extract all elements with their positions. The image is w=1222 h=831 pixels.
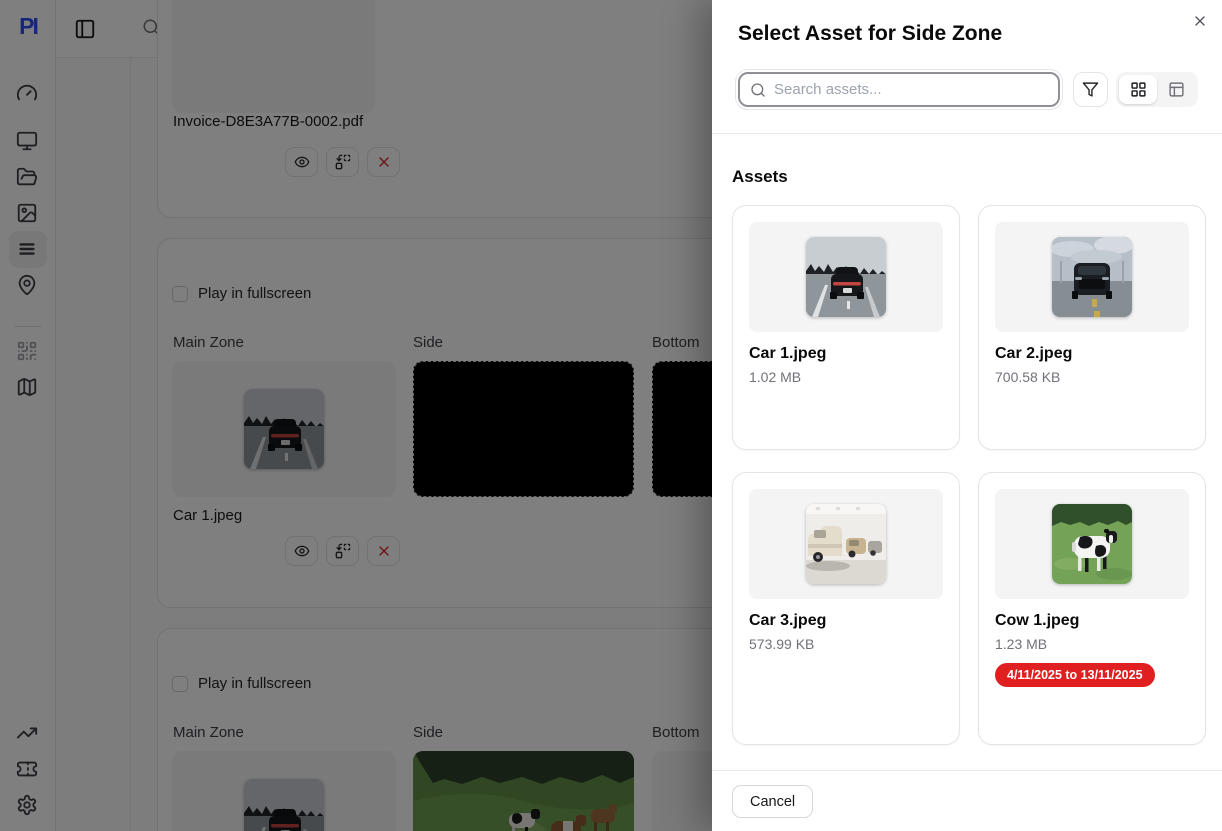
- close-icon: [1192, 13, 1208, 29]
- asset-name: Car 1.jpeg: [749, 345, 943, 363]
- asset-search-field[interactable]: [738, 72, 1060, 107]
- grid-view-toggle[interactable]: [1119, 75, 1157, 104]
- asset-card-car-2[interactable]: Car 2.jpeg 700.58 KB: [978, 205, 1206, 450]
- thumbnail-area: [995, 489, 1189, 599]
- asset-size: 1.02 MB: [749, 369, 943, 385]
- asset-card-car-1[interactable]: Car 1.jpeg 1.02 MB: [732, 205, 960, 450]
- close-button[interactable]: [1191, 13, 1209, 31]
- asset-name: Car 2.jpeg: [995, 345, 1189, 363]
- thumbnail-area: [995, 222, 1189, 332]
- modal-divider: [712, 133, 1222, 134]
- application-window: Search... ⌘ K Invoice-D8E3A77B-0002.pdf …: [0, 0, 1222, 831]
- asset-name: Cow 1.jpeg: [995, 612, 1189, 630]
- view-toggle-group: [1116, 72, 1198, 107]
- cow1-thumbnail: [1052, 504, 1132, 584]
- funnel-icon: [1082, 81, 1099, 98]
- search-icon: [750, 82, 766, 98]
- asset-size: 573.99 KB: [749, 636, 943, 652]
- table-view-toggle[interactable]: [1157, 75, 1195, 104]
- car2-thumbnail: [1052, 237, 1132, 317]
- thumbnail-area: [749, 489, 943, 599]
- asset-name: Car 3.jpeg: [749, 612, 943, 630]
- car1-thumbnail: [806, 237, 886, 317]
- filter-button[interactable]: [1073, 72, 1108, 107]
- asset-grid: Car 1.jpeg 1.02 MB Car 2.jpeg 700.58 KB …: [732, 205, 1206, 745]
- modal-title: Select Asset for Side Zone: [738, 22, 1002, 46]
- asset-size: 700.58 KB: [995, 369, 1189, 385]
- asset-card-cow-1[interactable]: Cow 1.jpeg 1.23 MB 4/11/2025 to 13/11/20…: [978, 472, 1206, 745]
- car3-thumbnail: [806, 504, 886, 584]
- assets-section-title: Assets: [732, 167, 788, 187]
- table-icon: [1168, 81, 1185, 98]
- select-asset-modal: Select Asset for Side Zone Assets Car 1.: [712, 0, 1222, 831]
- cancel-button[interactable]: Cancel: [732, 785, 813, 818]
- asset-card-car-3[interactable]: Car 3.jpeg 573.99 KB: [732, 472, 960, 745]
- asset-size: 1.23 MB: [995, 636, 1189, 652]
- schedule-badge: 4/11/2025 to 13/11/2025: [995, 663, 1155, 687]
- grid-icon: [1130, 81, 1147, 98]
- asset-search-input[interactable]: [774, 81, 1048, 98]
- thumbnail-area: [749, 222, 943, 332]
- modal-footer: Cancel: [712, 770, 1222, 831]
